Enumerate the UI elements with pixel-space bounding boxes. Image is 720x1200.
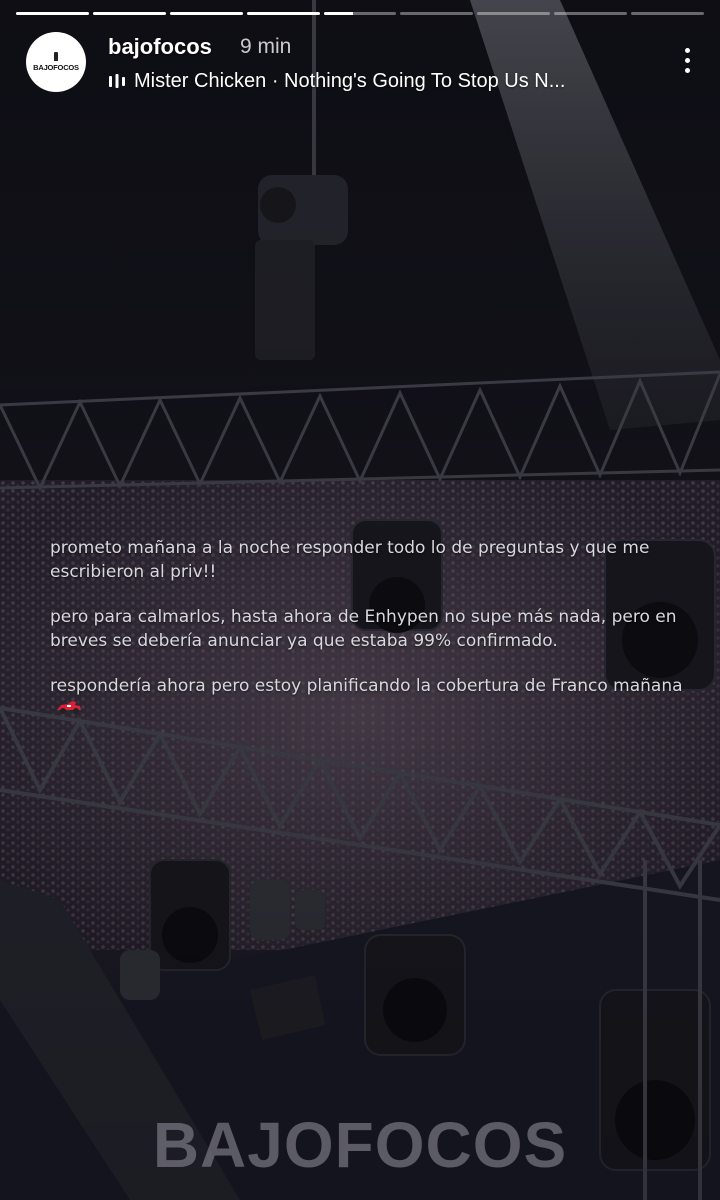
progress-segment — [92, 12, 166, 15]
story-text-paragraph: pero para calmarlos, hasta ahora de Enhy… — [50, 607, 677, 651]
avatar-logo-text: BAJOFOCOS — [33, 63, 79, 72]
progress-segment — [16, 12, 89, 15]
story-progress-bar — [16, 12, 705, 16]
story-text-paragraph: respondería ahora pero estoy planificand… — [50, 674, 690, 722]
progress-segment — [246, 12, 320, 15]
more-vertical-icon — [684, 47, 690, 53]
post-timestamp: 9 min — [240, 35, 292, 58]
music-track-label: Mister Chicken · Nothing's Going To Stop… — [134, 69, 566, 92]
race-car-icon — [56, 698, 82, 722]
progress-segment-fill — [323, 12, 353, 15]
avatar[interactable]: BAJOFOCOS — [26, 32, 86, 92]
progress-segment-fill — [246, 12, 320, 15]
more-options-button[interactable] — [674, 40, 700, 80]
progress-segment-fill — [92, 12, 166, 15]
story-text-paragraph-3: respondería ahora pero estoy planificand… — [50, 676, 683, 696]
story-text-overlay: prometo mañana a la noche responder todo… — [50, 536, 690, 743]
story-header: BAJOFOCOS bajofocos 9 min Mister Chicken… — [26, 30, 694, 92]
music-bars-icon — [108, 72, 128, 90]
music-attribution[interactable]: Mister Chicken · Nothing's Going To Stop… — [108, 68, 628, 94]
more-vertical-icon-dot — [684, 67, 690, 73]
story-viewer[interactable]: BAJOFOCOS bajofocos 9 min Mister Chicken… — [0, 0, 720, 1200]
progress-segment — [554, 12, 628, 15]
progress-segment — [400, 12, 474, 15]
progress-segment — [323, 12, 397, 15]
watermark-logo: BAJOFOCOS — [152, 1109, 568, 1181]
story-text-paragraph: prometo mañana a la noche responder todo… — [50, 538, 650, 582]
avatar-logo-mark — [54, 52, 58, 61]
progress-segment — [169, 12, 243, 15]
progress-segment — [631, 12, 705, 15]
username[interactable]: bajofocos — [108, 34, 212, 60]
progress-segment-fill — [169, 12, 243, 15]
more-vertical-icon-dot — [684, 57, 690, 63]
progress-segment-fill — [16, 12, 89, 15]
progress-segment — [477, 12, 551, 15]
